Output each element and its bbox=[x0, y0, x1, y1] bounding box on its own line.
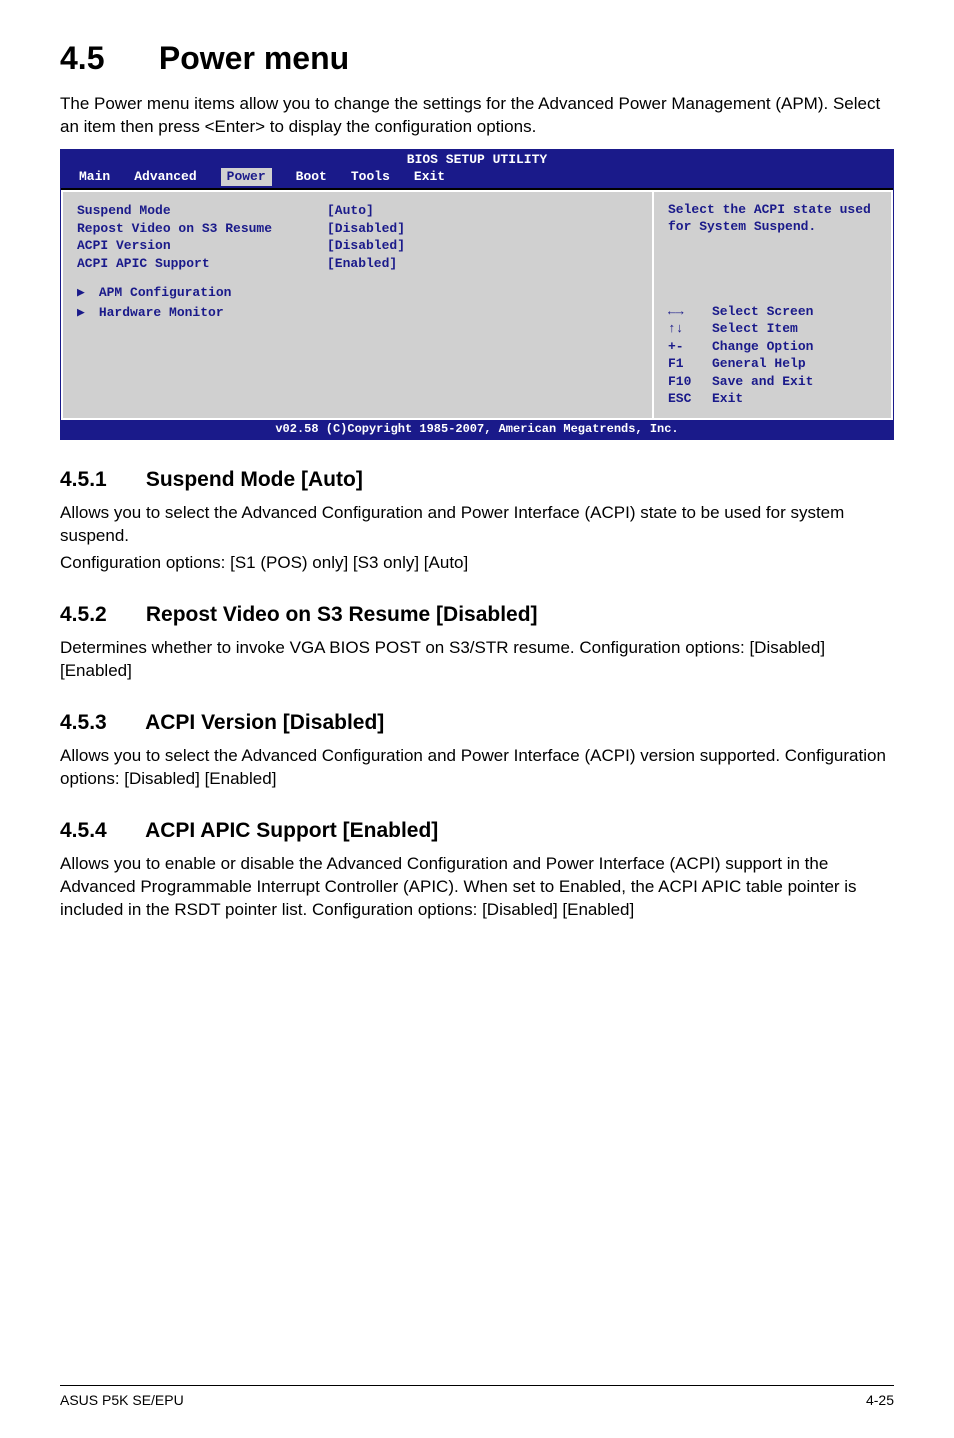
body-paragraph: Configuration options: [S1 (POS) only] [… bbox=[60, 552, 894, 575]
bios-item-label: Suspend Mode bbox=[77, 202, 327, 220]
bios-item-label: ACPI APIC Support bbox=[77, 255, 327, 273]
bios-submenu-row: ▶ Hardware Monitor bbox=[77, 304, 638, 322]
bios-screenshot: BIOS SETUP UTILITY Main Advanced Power B… bbox=[60, 149, 894, 440]
bios-item-row: ACPI Version [Disabled] bbox=[77, 237, 638, 255]
section-title-text: Power menu bbox=[159, 40, 349, 76]
bios-tab-advanced: Advanced bbox=[134, 168, 196, 186]
intro-paragraph: The Power menu items allow you to change… bbox=[60, 93, 894, 139]
bios-tab-tools: Tools bbox=[351, 168, 390, 186]
key-icon: ←→ bbox=[668, 303, 712, 321]
bios-help-text: Select the ACPI state used for System Su… bbox=[668, 202, 879, 236]
bios-right-pane: Select the ACPI state used for System Su… bbox=[653, 190, 893, 420]
bios-body: Suspend Mode [Auto] Repost Video on S3 R… bbox=[61, 188, 893, 420]
key-label: General Help bbox=[712, 355, 806, 373]
key-label: Exit bbox=[712, 390, 743, 408]
bios-item-label: Repost Video on S3 Resume bbox=[77, 220, 327, 238]
bios-item-value: [Enabled] bbox=[327, 255, 397, 273]
key-label: Save and Exit bbox=[712, 373, 813, 391]
subsection-title: ACPI APIC Support [Enabled] bbox=[145, 819, 438, 842]
bios-footer: v02.58 (C)Copyright 1985-2007, American … bbox=[61, 420, 893, 439]
bios-submenu-label: Hardware Monitor bbox=[99, 305, 224, 320]
subsection-heading: 4.5.1 Suspend Mode [Auto] bbox=[60, 468, 894, 492]
subsection-title: Repost Video on S3 Resume [Disabled] bbox=[146, 603, 538, 626]
key-icon: ↑↓ bbox=[668, 320, 712, 338]
bios-item-value: [Disabled] bbox=[327, 220, 405, 238]
subsection-heading: 4.5.3 ACPI Version [Disabled] bbox=[60, 711, 894, 735]
bios-tab-boot: Boot bbox=[296, 168, 327, 186]
bios-item-value: [Auto] bbox=[327, 202, 374, 220]
bios-item-row: ACPI APIC Support [Enabled] bbox=[77, 255, 638, 273]
bios-item-row: Suspend Mode [Auto] bbox=[77, 202, 638, 220]
key-icon: F1 bbox=[668, 355, 712, 373]
bios-submenu-row: ▶ APM Configuration bbox=[77, 284, 638, 302]
subsection-number: 4.5.2 bbox=[60, 603, 140, 627]
bios-submenu-label: APM Configuration bbox=[99, 285, 232, 300]
bios-tab-main: Main bbox=[79, 168, 110, 186]
subsection-number: 4.5.1 bbox=[60, 468, 140, 492]
arrow-right-icon: ▶ bbox=[77, 284, 91, 302]
body-paragraph: Allows you to enable or disable the Adva… bbox=[60, 853, 894, 922]
subsection-number: 4.5.3 bbox=[60, 711, 140, 735]
subsection-title: ACPI Version [Disabled] bbox=[145, 711, 384, 734]
subsection-number: 4.5.4 bbox=[60, 819, 140, 843]
subsection-heading: 4.5.2 Repost Video on S3 Resume [Disable… bbox=[60, 603, 894, 627]
bios-left-pane: Suspend Mode [Auto] Repost Video on S3 R… bbox=[61, 190, 653, 420]
key-icon: ESC bbox=[668, 390, 712, 408]
subsection-title: Suspend Mode [Auto] bbox=[146, 468, 363, 491]
bios-tab-exit: Exit bbox=[414, 168, 445, 186]
bios-item-value: [Disabled] bbox=[327, 237, 405, 255]
footer-right: 4-25 bbox=[866, 1392, 894, 1408]
body-paragraph: Allows you to select the Advanced Config… bbox=[60, 745, 894, 791]
key-label: Change Option bbox=[712, 338, 813, 356]
bios-tab-row: Main Advanced Power Boot Tools Exit bbox=[61, 168, 893, 188]
page-footer: ASUS P5K SE/EPU 4-25 bbox=[60, 1385, 894, 1408]
bios-item-label: ACPI Version bbox=[77, 237, 327, 255]
body-paragraph: Determines whether to invoke VGA BIOS PO… bbox=[60, 637, 894, 683]
body-paragraph: Allows you to select the Advanced Config… bbox=[60, 502, 894, 548]
key-label: Select Screen bbox=[712, 303, 813, 321]
section-heading: 4.5 Power menu bbox=[60, 40, 894, 77]
key-label: Select Item bbox=[712, 320, 798, 338]
bios-title: BIOS SETUP UTILITY bbox=[61, 150, 893, 169]
subsection-heading: 4.5.4 ACPI APIC Support [Enabled] bbox=[60, 819, 894, 843]
arrow-right-icon: ▶ bbox=[77, 304, 91, 322]
key-icon: +- bbox=[668, 338, 712, 356]
bios-tab-power: Power bbox=[221, 168, 272, 186]
section-number: 4.5 bbox=[60, 40, 150, 77]
key-icon: F10 bbox=[668, 373, 712, 391]
bios-key-legend: ←→Select Screen ↑↓Select Item +-Change O… bbox=[668, 303, 879, 408]
bios-item-row: Repost Video on S3 Resume [Disabled] bbox=[77, 220, 638, 238]
footer-left: ASUS P5K SE/EPU bbox=[60, 1392, 184, 1408]
